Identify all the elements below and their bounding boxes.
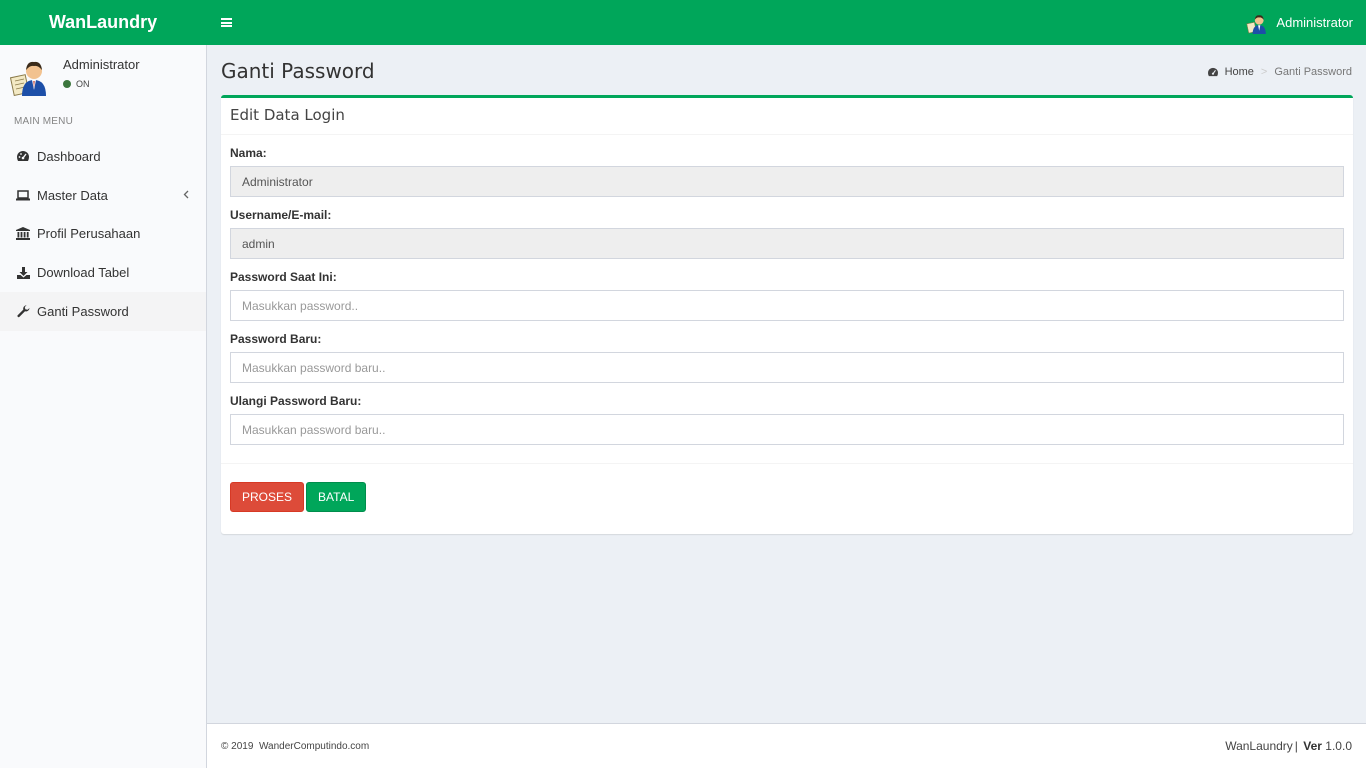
sidebar-item-label: Master Data [37,187,108,203]
sidebar-toggle-button[interactable] [206,0,246,45]
sidebar-item-label: Ganti Password [37,304,129,320]
repeat-password-field[interactable] [230,414,1344,445]
breadcrumb-home-link[interactable]: Home [1207,66,1254,78]
company-link[interactable]: WanderComputindo.com [259,741,369,752]
version-label: Ver [1303,739,1322,753]
repeat-password-label: Ulangi Password Baru: [230,394,362,408]
online-status: ON [63,79,140,89]
version-number: 1.0.0 [1325,739,1352,753]
hamburger-icon [220,18,232,27]
menu-header: MAIN MENU [14,116,74,127]
status-label: ON [76,79,90,89]
new-password-label: Password Baru: [230,332,322,346]
breadcrumb-separator: > [1260,66,1268,78]
breadcrumb-current: Ganti Password [1274,66,1352,78]
password-form: Nama: Username/E-mail: Password Saat Ini… [221,146,1353,445]
dashboard-icon [1207,67,1218,77]
sidebar-menu: Dashboard Master Data Profil Perusahaan … [0,137,206,331]
breadcrumb-home-label: Home [1224,66,1254,78]
bank-icon [16,227,30,241]
sidebar: Administrator ON MAIN MENU Dashboard Mas… [0,45,207,768]
footer-copyright: © 2019 WanderComputindo.com [221,741,369,752]
batal-button[interactable]: BATAL [306,482,367,512]
sidebar-item-download-tabel[interactable]: Download Tabel [0,253,206,292]
chevron-left-icon [183,188,189,202]
page-title: Ganti Password [221,59,375,83]
header-user-name: Administrator [1276,15,1353,30]
current-password-field[interactable] [230,290,1344,321]
footer-version: WanLaundry | Ver 1.0.0 [1225,739,1352,753]
breadcrumb: Home > Ganti Password [1207,66,1352,78]
form-actions: PROSES BATAL [221,464,1353,512]
sidebar-user-name: Administrator [63,57,140,72]
sidebar-item-label: Profil Perusahaan [37,226,141,242]
form-group-nama: Nama: [230,146,1344,197]
user-menu[interactable]: Administrator [1246,12,1366,34]
sidebar-item-ganti-password[interactable]: Ganti Password [0,292,206,331]
username-label: Username/E-mail: [230,208,332,222]
sidebar-item-master-data[interactable]: Master Data [0,176,206,215]
sidebar-item-dashboard[interactable]: Dashboard [0,137,206,176]
user-avatar-icon [10,61,46,96]
download-icon [16,266,30,280]
content-wrapper: Ganti Password Home > Ganti Password Edi… [207,45,1366,723]
dashboard-icon [16,149,30,163]
username-field[interactable] [230,228,1344,259]
new-password-field[interactable] [230,352,1344,383]
user-avatar-icon [1246,14,1267,34]
sidebar-item-profil-perusahaan[interactable]: Profil Perusahaan [0,215,206,254]
sidebar-item-label: Download Tabel [37,265,130,281]
current-password-label: Password Saat Ini: [230,270,337,284]
top-navbar: WanLaundry Administrator [0,0,1366,45]
form-group-repeat-password: Ulangi Password Baru: [230,394,1344,445]
copyright-year: © 2019 [221,740,254,752]
form-group-username: Username/E-mail: [230,208,1344,259]
status-dot-icon [63,80,71,88]
app-logo[interactable]: WanLaundry [0,0,206,45]
form-group-current-password: Password Saat Ini: [230,270,1344,321]
laptop-icon [16,188,30,202]
footer-app-name: WanLaundry [1225,739,1293,753]
wrench-icon [16,305,30,319]
proses-button[interactable]: PROSES [230,482,305,512]
edit-login-box: Edit Data Login Nama: Username/E-mail: P… [221,95,1353,534]
user-panel: Administrator ON [0,45,206,107]
footer: © 2019 WanderComputindo.com WanLaundry | … [207,723,1366,768]
sidebar-item-label: Dashboard [37,148,101,164]
form-group-new-password: Password Baru: [230,332,1344,383]
nama-field[interactable] [230,166,1344,197]
box-title: Edit Data Login [221,98,1353,135]
nama-label: Nama: [230,146,267,160]
